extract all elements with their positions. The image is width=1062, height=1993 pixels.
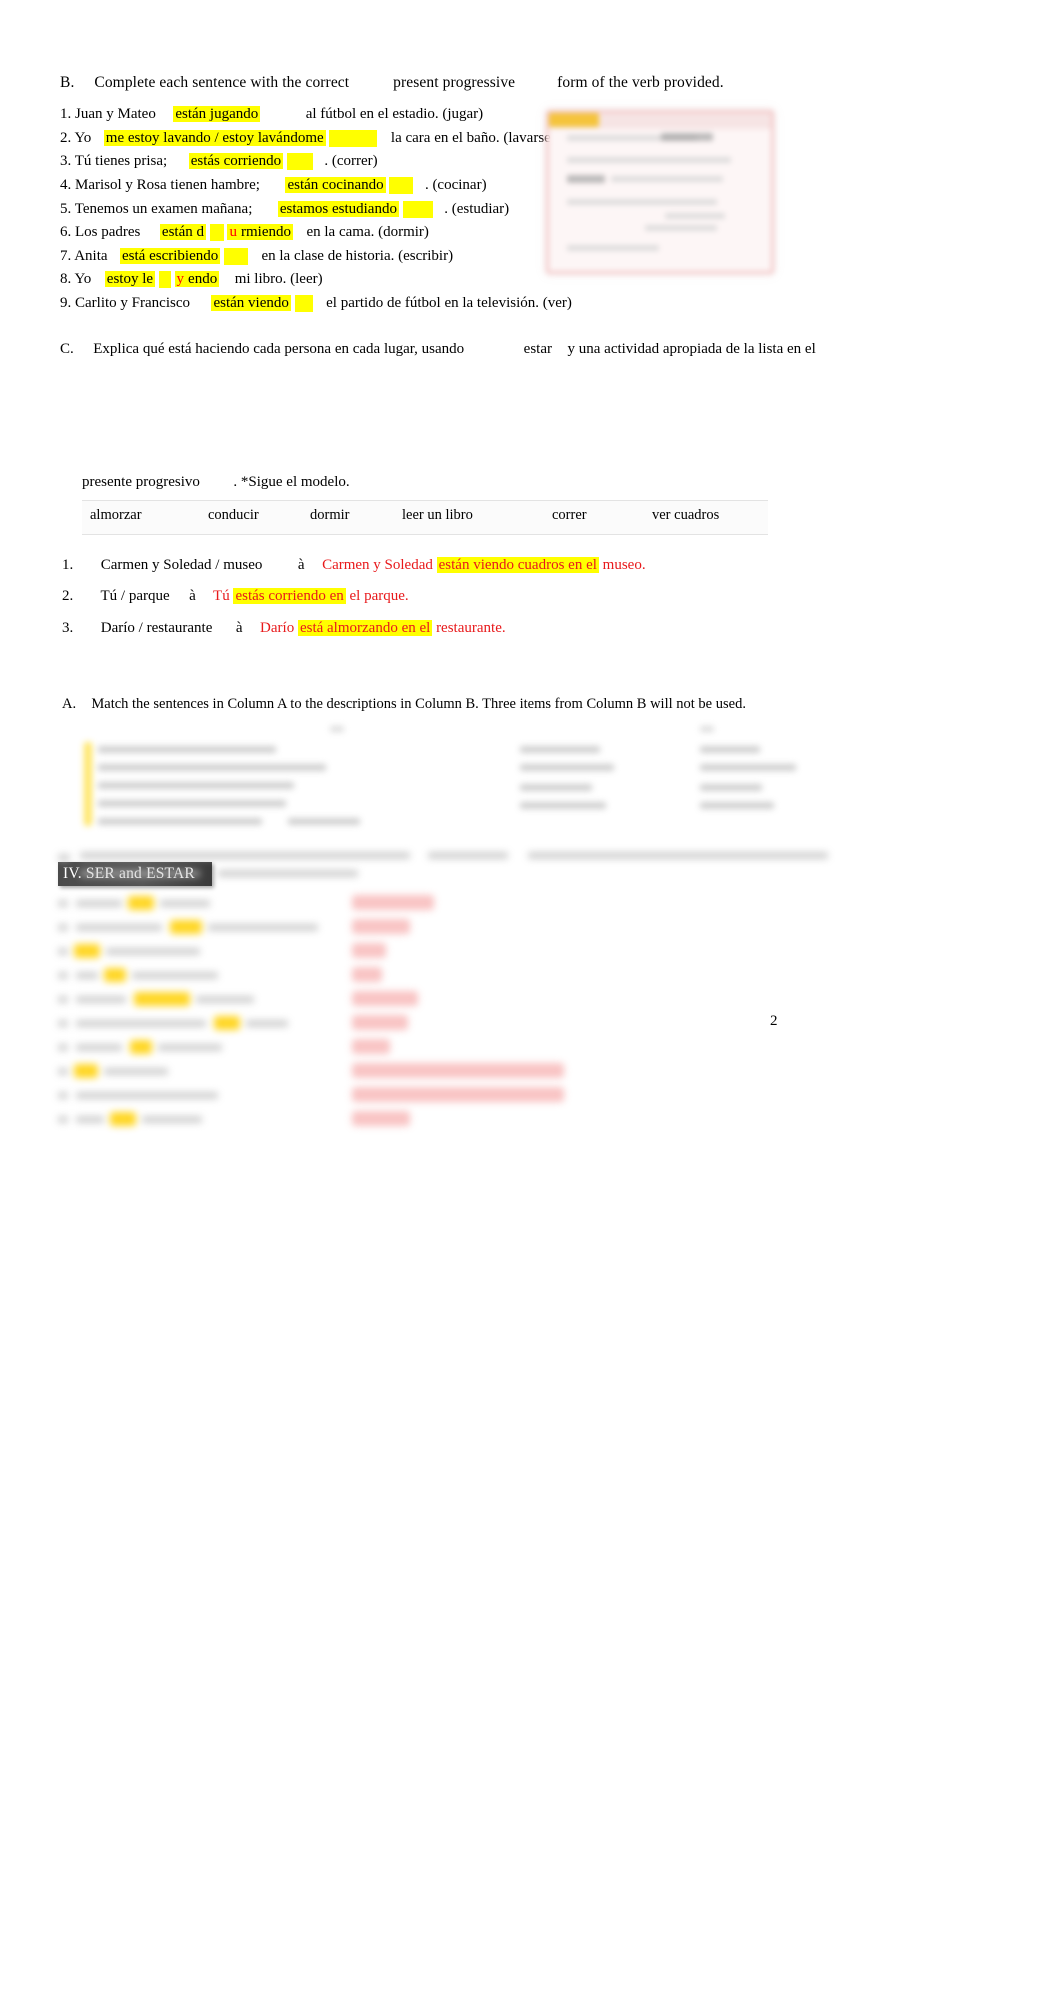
section-b-heading: B. Complete each sentence with the corre… (60, 74, 724, 92)
item-number: 1. (60, 106, 72, 122)
item-answer: estás corriendo (188, 153, 284, 169)
item-tail: . (correr) (324, 153, 378, 169)
section-b-item-9: 9. Carlito y Francisco están viendo el p… (60, 295, 572, 312)
section-c-item-1: 1. Carmen y Soledad / museo à Carmen y S… (62, 557, 646, 574)
section-c-instruction-1: Explica qué está haciendo cada persona e… (93, 341, 465, 357)
item-prompt: Marisol y Rosa tienen hambre; (75, 177, 260, 193)
arrow-glyph: à (235, 620, 243, 636)
item-answer-highlight: está almorzando en el (297, 620, 433, 636)
section-c-heading: C. Explica qué está haciendo cada person… (60, 341, 816, 358)
item-number: 2. (62, 588, 74, 604)
word-bank-cell: almorzar (90, 507, 142, 523)
word-bank-cell: conducir (208, 507, 259, 523)
section-b-item-6: 6. Los padres están d u rmiendo en la cam… (60, 224, 429, 241)
word-bank-cell: correr (552, 507, 587, 523)
word-bank-table: almorzar conducir dormir leer un libro c… (82, 500, 768, 535)
item-prompt: Carmen y Soledad / museo (100, 557, 263, 573)
item-tail: mi libro. (leer) (234, 271, 323, 287)
section-c-item-3: 3. Darío / restaurante à Darío está almo… (62, 620, 506, 637)
item-answer: están cocinando (285, 177, 386, 193)
item-prompt: Tenemos un examen mañana; (74, 201, 253, 217)
item-number: 8. (60, 271, 72, 287)
item-prompt: Yo (74, 130, 92, 146)
item-answer-highlight: estás corriendo en (233, 588, 346, 604)
section-c-label: C. (60, 341, 74, 357)
item-answer-prefix: Carmen y Soledad (322, 557, 437, 573)
word-bank-cell: leer un libro (402, 507, 473, 523)
section-b-item-2: 2. Yo me estoy lavando / estoy lavándome… (60, 130, 556, 147)
item-tail: el partido de fútbol en la televisión. (… (326, 295, 572, 311)
item-tail: . (estudiar) (444, 201, 510, 217)
section-b-item-5: 5. Tenemos un examen mañana; estamos est… (60, 201, 509, 218)
section-b-label: B. (60, 74, 75, 91)
page-number: 2 (770, 1013, 778, 1029)
item-prompt: Juan y Mateo (75, 106, 156, 122)
item-number: 3. (62, 620, 74, 636)
item-number: 1. (62, 557, 74, 573)
item-answer-tail: endo (186, 271, 220, 287)
arrow-glyph: à (189, 588, 196, 604)
blurred-part-b-instruction (58, 848, 958, 892)
word-bank-cell: dormir (310, 507, 350, 523)
item-tail: . (cocinar) (424, 177, 487, 193)
section-c-heading-cont: presente progresivo . *Sigue el modelo. (82, 474, 350, 491)
item-prompt: Los padres (75, 224, 141, 240)
section-b-instruction-2: form of the verb provided. (557, 74, 724, 91)
item-answer-suffix: el parque. (345, 588, 409, 604)
word-bank-cell: ver cuadros (652, 507, 720, 523)
item-answer: están jugando (173, 106, 261, 122)
section-b-item-3: 3. Tú tienes prisa; estás corriendo . (c… (60, 153, 378, 170)
section-b-item-4: 4. Marisol y Rosa tienen hambre; están c… (60, 177, 487, 194)
item-answer: estamos estudiando (277, 201, 399, 217)
item-number: 4. (60, 177, 72, 193)
item-answer-highlight: están viendo cuadros en el (436, 557, 599, 573)
worksheet-page: B. Complete each sentence with the corre… (0, 0, 1062, 1993)
section-iv-part-a-instruction: A. Match the sentences in Column A to th… (62, 696, 746, 713)
embedded-thumbnail-image (546, 110, 774, 274)
item-prompt: Carlito y Francisco (75, 295, 190, 311)
item-tail: la cara en el baño. (lavarse) (390, 130, 556, 146)
blurred-matching-columns (60, 722, 920, 842)
item-prompt: Tú tienes prisa; (74, 153, 168, 169)
item-tail: en la cama. (dormir) (306, 224, 429, 240)
item-answer: estoy le (104, 271, 156, 287)
section-b-instruction-1: Complete each sentence with the correct (94, 74, 350, 91)
item-answer-suffix: restaurante. (432, 620, 506, 636)
blurred-answer-list (56, 892, 956, 1132)
section-c-instruction-emphasis-2: presente progresivo (82, 474, 200, 490)
section-b-item-8: 8. Yo estoy le y endo mi libro. (leer) (60, 271, 323, 288)
item-tail: al fútbol en el estadio. (jugar) (305, 106, 484, 122)
item-number: 6. (60, 224, 72, 240)
item-number: 2. (60, 130, 72, 146)
item-prompt: Tú / parque (100, 588, 170, 604)
item-tail: en la clase de historia. (escribir) (261, 248, 454, 264)
part-a-label: A. (62, 696, 77, 712)
section-b-item-7: 7. Anita está escribiendo en la clase de… (60, 248, 453, 265)
section-b-item-1: 1. Juan y Mateo están jugando al fútbol … (60, 106, 483, 123)
part-a-instruction-text: Match the sentences in Column A to the d… (91, 696, 746, 712)
item-prompt: Darío / restaurante (100, 620, 213, 636)
item-answer-red-letter: y (174, 271, 187, 287)
arrow-glyph: à (297, 557, 305, 573)
section-c-instruction-3: . *Sigue el modelo. (233, 474, 350, 490)
item-prompt: Anita (74, 248, 108, 264)
item-answer-prefix: Darío (260, 620, 298, 636)
section-b-instruction-emphasis: present progressive (393, 74, 516, 91)
item-answer-red-letter: u (227, 224, 239, 240)
item-answer: está escribiendo (120, 248, 221, 264)
item-answer: me estoy lavando / estoy lavándome (103, 130, 326, 146)
item-prompt: Yo (74, 271, 92, 287)
item-number: 7. (60, 248, 72, 264)
item-number: 5. (60, 201, 72, 217)
section-c-instruction-emphasis: estar (523, 341, 552, 357)
item-answer-tail: rmiendo (238, 224, 293, 240)
item-answer-prefix: Tú (213, 588, 234, 604)
section-c-item-2: 2. Tú / parque à Tú estás corriendo en e… (62, 588, 409, 605)
item-answer-suffix: museo. (598, 557, 646, 573)
section-c-instruction-2: y una actividad apropiada de la lista en… (567, 341, 816, 357)
item-answer: están d (159, 224, 206, 240)
item-answer: están viendo (211, 295, 291, 311)
item-number: 9. (60, 295, 72, 311)
item-number: 3. (60, 153, 72, 169)
